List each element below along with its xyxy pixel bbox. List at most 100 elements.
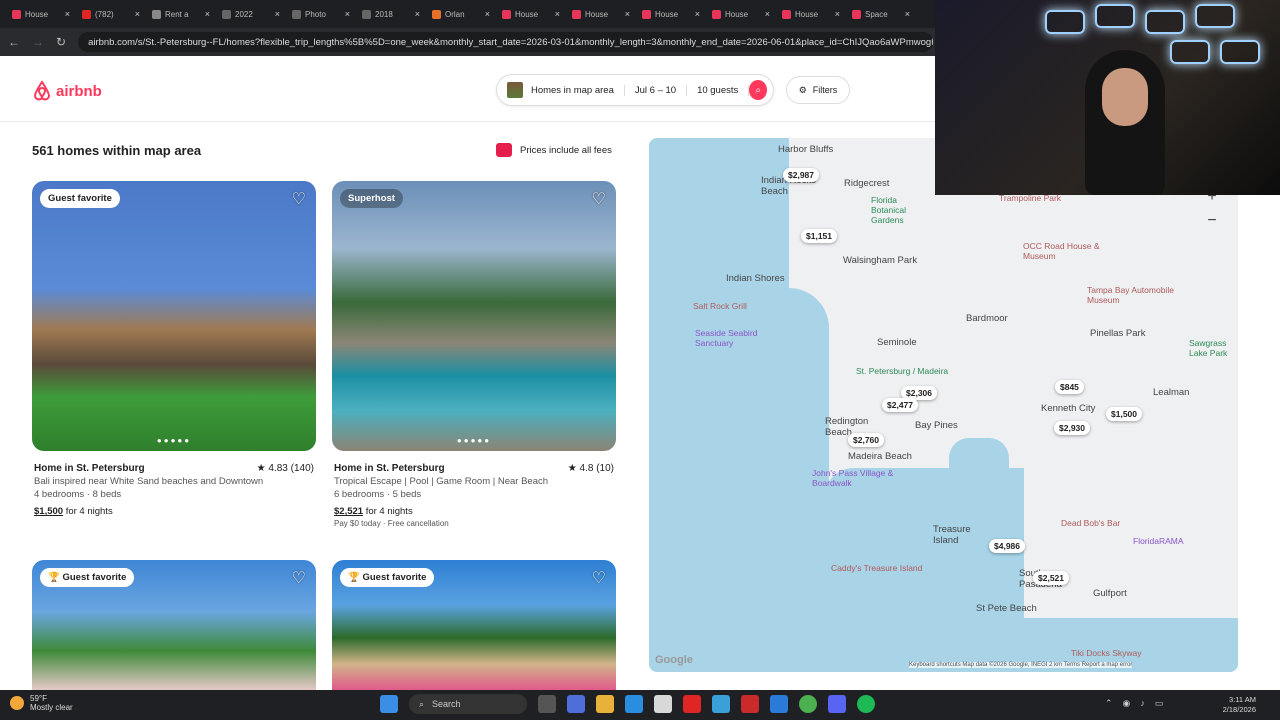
mail-icon[interactable]	[770, 695, 788, 713]
store-icon[interactable]	[654, 695, 672, 713]
guest-favorite-badge: 🏆 Guest favorite	[40, 568, 135, 587]
browser-tab[interactable]: (782) ×	[76, 3, 146, 25]
taskbar-clock[interactable]: 3:11 AM 2/18/2026	[1223, 695, 1256, 715]
address-bar[interactable]: airbnb.com/s/St.-Petersburg--FL/homes?fl…	[78, 32, 933, 52]
close-icon[interactable]: ×	[415, 9, 420, 19]
tab-favicon	[362, 9, 371, 19]
listing-photo[interactable]: 🏆 Guest favorite ♡	[332, 560, 616, 690]
close-icon[interactable]: ×	[905, 9, 910, 19]
close-icon[interactable]: ×	[205, 9, 210, 19]
map-attribution[interactable]: Keyboard shortcuts Map data ©2026 Google…	[909, 662, 1133, 668]
listing-card[interactable]: 🏆 Guest favorite ♡	[332, 560, 616, 690]
browser-tab[interactable]: 2022 ×	[216, 3, 286, 25]
edge-icon[interactable]	[625, 695, 643, 713]
heart-icon[interactable]: ♡	[292, 189, 306, 209]
chevron-up-icon[interactable]: ⌃	[1105, 698, 1113, 709]
price-pin[interactable]: $1,500	[1106, 407, 1142, 421]
browser-tab[interactable]: Rent a ×	[146, 3, 216, 25]
poi-label[interactable]: OCC Road House & Museum	[1023, 241, 1103, 261]
volume-icon[interactable]: ♪	[1140, 698, 1145, 709]
close-icon[interactable]: ×	[345, 9, 350, 19]
price-pin[interactable]: $2,760	[848, 433, 884, 447]
browser-tab[interactable]: Orlan ×	[426, 3, 496, 25]
back-icon[interactable]: ←	[8, 35, 20, 49]
browser-tab[interactable]: House ×	[636, 3, 706, 25]
price-pin[interactable]: $2,521	[1033, 571, 1069, 585]
price-pin[interactable]: $4,986	[989, 539, 1025, 553]
reload-icon[interactable]: ↻	[56, 35, 66, 49]
close-icon[interactable]: ×	[835, 9, 840, 19]
price-tag-icon	[496, 143, 512, 157]
close-icon[interactable]: ×	[625, 9, 630, 19]
windows-start-icon[interactable]	[380, 695, 398, 713]
browser-tab[interactable]: House ×	[776, 3, 846, 25]
discord-icon[interactable]	[828, 695, 846, 713]
file-explorer-icon[interactable]	[596, 695, 614, 713]
search-guests[interactable]: 10 guests	[687, 84, 750, 96]
poi-label[interactable]: Salt Rock Grill	[693, 301, 747, 311]
airbnb-logo[interactable]: airbnb	[32, 80, 102, 102]
filters-button[interactable]: ⚙ Filters	[786, 76, 850, 104]
carousel-dots: ●●●●●	[156, 436, 192, 445]
app-icon[interactable]	[712, 695, 730, 713]
heart-icon[interactable]: ♡	[592, 568, 606, 588]
price-pin[interactable]: $2,987	[783, 168, 819, 182]
taskbar-search[interactable]: ⌕ Search	[409, 694, 527, 714]
zoom-out-button[interactable]: −	[1200, 212, 1224, 230]
listing-photo[interactable]: Guest favorite ♡ ●●●●●	[32, 181, 316, 451]
heart-icon[interactable]: ♡	[292, 568, 306, 588]
superhost-badge: Superhost	[340, 189, 403, 208]
listing-price: $2,521 for 4 nights	[332, 506, 616, 517]
browser-tab[interactable]: Space ×	[846, 3, 916, 25]
place-label: St. Petersburg / Madeira	[856, 366, 949, 376]
browser-tab[interactable]: House ×	[6, 3, 76, 25]
search-location[interactable]: Homes in map area	[531, 84, 625, 96]
search-bar[interactable]: Homes in map area Jul 6 – 10 10 guests ⌕	[496, 74, 774, 106]
poi-label[interactable]: Tampa Bay Automobile Museum	[1087, 285, 1177, 305]
map-panel[interactable]: Harbor Bluffs Indian Rocks Beach Ridgecr…	[649, 138, 1238, 672]
listing-card[interactable]: Guest favorite ♡ ●●●●● Home in St. Peter…	[32, 181, 316, 517]
price-fees-toggle[interactable]: Prices include all fees	[496, 143, 612, 157]
close-icon[interactable]: ×	[135, 9, 140, 19]
close-icon[interactable]: ×	[485, 9, 490, 19]
app-icon[interactable]	[683, 695, 701, 713]
search-dates[interactable]: Jul 6 – 10	[625, 84, 688, 96]
listing-card[interactable]: Superhost ♡ ●●●●● Home in St. Petersburg…	[332, 181, 616, 528]
close-icon[interactable]: ×	[555, 9, 560, 19]
browser-tab[interactable]: House ×	[496, 3, 566, 25]
browser-tab[interactable]: Photo ×	[286, 3, 356, 25]
browser-tab[interactable]: House ×	[566, 3, 636, 25]
close-icon[interactable]: ×	[695, 9, 700, 19]
price-pin[interactable]: $2,930	[1054, 421, 1090, 435]
heart-icon[interactable]: ♡	[592, 189, 606, 209]
poi-label[interactable]: Caddy's Treasure Island	[831, 563, 922, 573]
browser-tab[interactable]: House ×	[706, 3, 776, 25]
browser-tab[interactable]: 2018 ×	[356, 3, 426, 25]
price-pin[interactable]: $2,477	[882, 398, 918, 412]
poi-label[interactable]: Tiki Docks Skyway	[1071, 648, 1142, 658]
place-label: Ridgecrest	[844, 178, 890, 189]
listing-card[interactable]: 🏆 Guest favorite ♡	[32, 560, 316, 690]
close-icon[interactable]: ×	[65, 9, 70, 19]
poi-label[interactable]: John's Pass Village & Boardwalk	[812, 468, 922, 488]
weather-widget[interactable]: 59°F Mostly clear	[10, 694, 73, 712]
price-pin[interactable]: $1,151	[801, 229, 837, 243]
listing-photo[interactable]: Superhost ♡ ●●●●●	[332, 181, 616, 451]
chrome-icon[interactable]	[799, 695, 817, 713]
app-icon[interactable]	[567, 695, 585, 713]
poi-label[interactable]: FloridaRAMA	[1133, 536, 1184, 546]
battery-icon[interactable]: ▭	[1155, 698, 1164, 709]
forward-icon[interactable]: →	[32, 35, 44, 49]
poi-label[interactable]: Dead Bob's Bar	[1061, 518, 1120, 528]
spotify-icon[interactable]	[857, 695, 875, 713]
app-icon[interactable]	[741, 695, 759, 713]
task-view-icon[interactable]	[538, 695, 556, 713]
price-pin[interactable]: $845	[1055, 380, 1084, 394]
close-icon[interactable]: ×	[765, 9, 770, 19]
poi-label[interactable]: Seaside Seabird Sanctuary	[695, 328, 780, 348]
close-icon[interactable]: ×	[275, 9, 280, 19]
search-button[interactable]: ⌕	[749, 80, 767, 100]
hex-light-icon	[1220, 40, 1260, 64]
listing-photo[interactable]: 🏆 Guest favorite ♡	[32, 560, 316, 690]
network-icon[interactable]: ◉	[1123, 698, 1131, 709]
